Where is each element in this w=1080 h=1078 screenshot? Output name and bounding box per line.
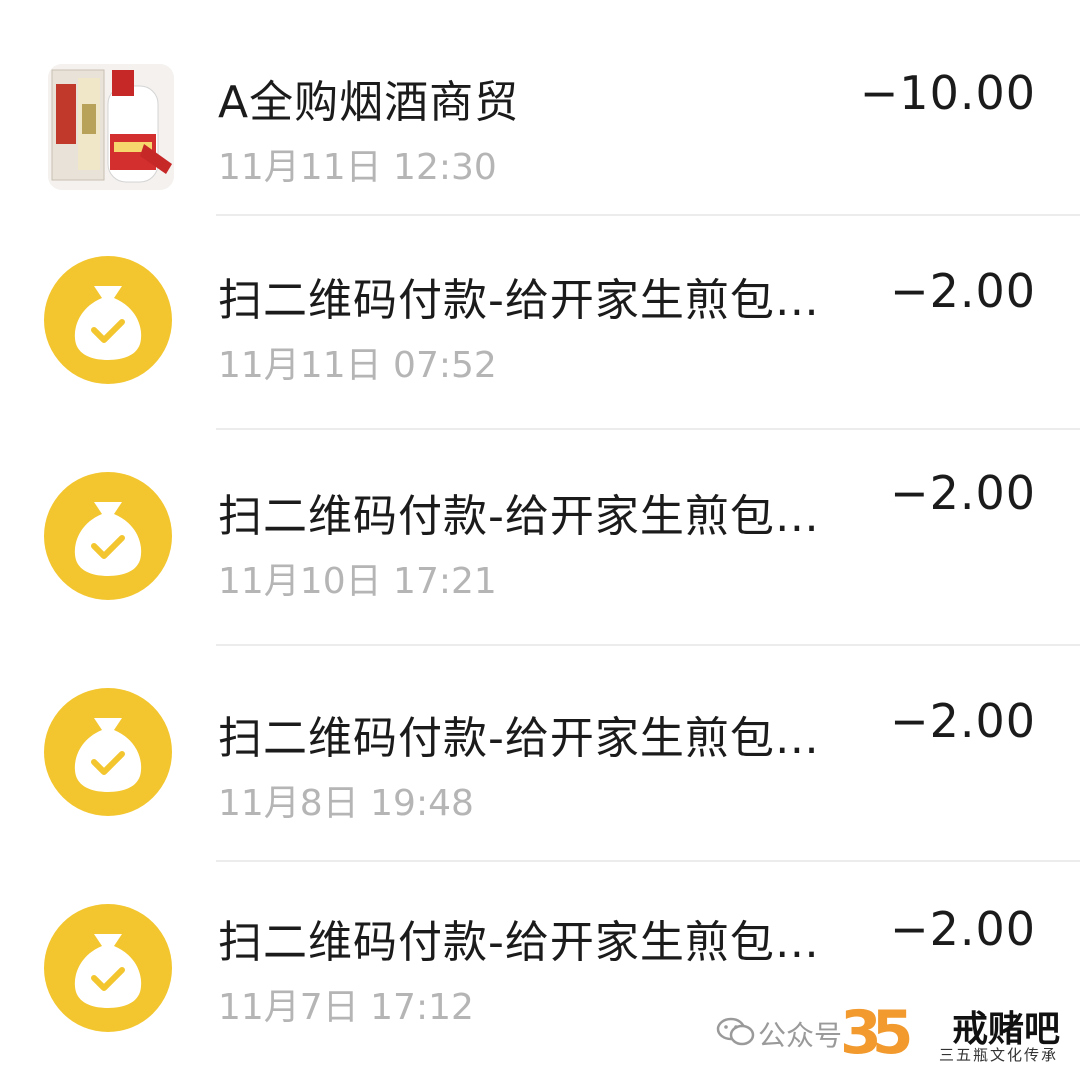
transaction-row[interactable]: A全购烟酒商贸 11月11日 12:30 −10.00 xyxy=(0,0,1080,216)
transaction-amount: −2.00 xyxy=(890,264,1036,318)
watermark-subtitle: 三五瓶文化传承 xyxy=(938,1046,1058,1064)
money-bag-check-icon xyxy=(44,256,172,384)
transaction-time: 11月11日 07:52 xyxy=(218,345,497,386)
money-bag-check-icon xyxy=(44,688,172,816)
transaction-amount: −10.00 xyxy=(859,66,1036,120)
transaction-time: 11月8日 19:48 xyxy=(218,783,474,824)
transaction-amount: −2.00 xyxy=(890,902,1036,956)
watermark-number: 35 xyxy=(840,998,913,1068)
transaction-time: 11月10日 17:21 xyxy=(218,561,497,602)
payment-description: 扫二维码付款-给开家生煎包… xyxy=(218,491,820,542)
merchant-product-image xyxy=(48,64,174,190)
payment-description: 扫二维码付款-给开家生煎包… xyxy=(218,917,820,968)
watermark: 公众号 35 戒赌吧 三五瓶文化传承 xyxy=(710,998,1070,1070)
transaction-row[interactable]: 扫二维码付款-给开家生煎包… 11月11日 07:52 −2.00 xyxy=(0,214,1080,430)
payment-description: 扫二维码付款-给开家生煎包… xyxy=(218,275,820,326)
transaction-amount: −2.00 xyxy=(890,694,1036,748)
payment-description: 扫二维码付款-给开家生煎包… xyxy=(218,713,820,764)
transaction-time: 11月11日 12:30 xyxy=(218,147,497,188)
transaction-amount: −2.00 xyxy=(890,466,1036,520)
merchant-name: A全购烟酒商贸 xyxy=(218,77,520,128)
transaction-list: A全购烟酒商贸 11月11日 12:30 −10.00 扫二维码付款-给开家生煎… xyxy=(0,0,1080,1078)
wechat-icon xyxy=(716,1017,755,1046)
money-bag-check-icon xyxy=(44,904,172,1032)
transaction-time: 11月7日 17:12 xyxy=(218,987,474,1028)
transaction-row[interactable]: 扫二维码付款-给开家生煎包… 11月8日 19:48 −2.00 xyxy=(0,646,1080,862)
money-bag-check-icon xyxy=(44,472,172,600)
watermark-account-label: 公众号 xyxy=(758,1019,843,1052)
transaction-row[interactable]: 扫二维码付款-给开家生煎包… 11月10日 17:21 −2.00 xyxy=(0,430,1080,646)
